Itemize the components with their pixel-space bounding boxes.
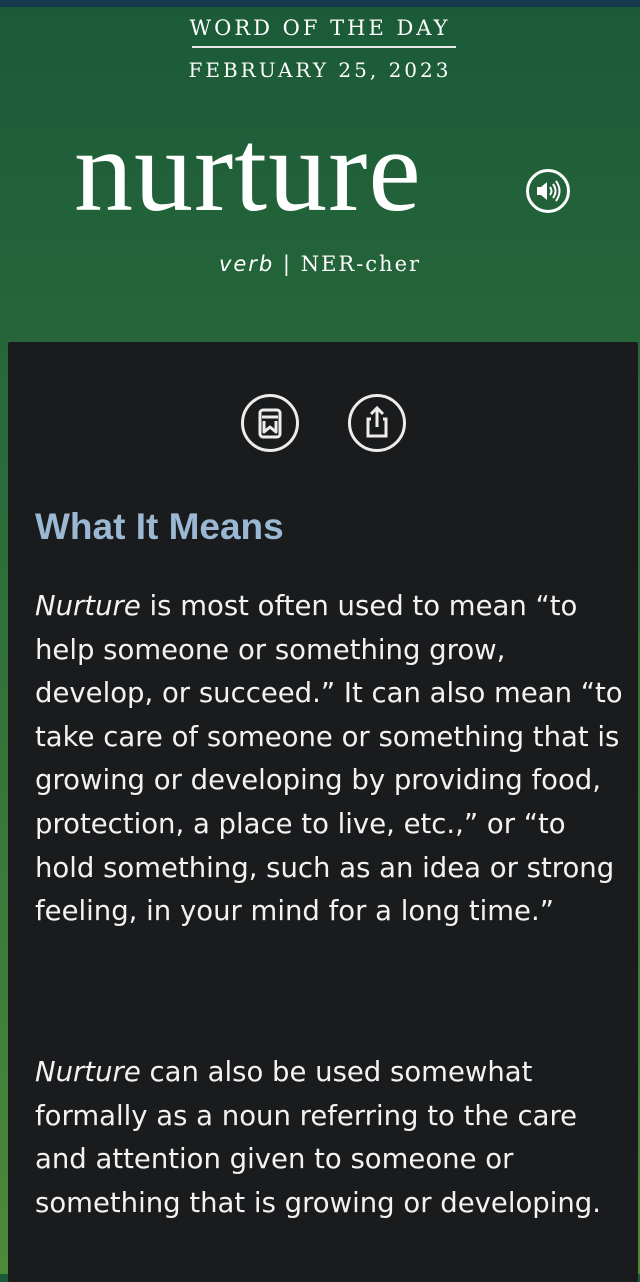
definition-paragraph-1: Nurture is most often used to mean “to h…: [35, 585, 625, 934]
word-header: WORD OF THE DAY FEBRUARY 25, 2023 nurtur…: [0, 0, 640, 345]
title-divider: [192, 46, 456, 48]
word-title: nurture: [74, 105, 422, 236]
date-label: FEBRUARY 25, 2023: [188, 58, 452, 82]
section-heading: What It Means: [35, 506, 284, 547]
term-italic: Nurture: [35, 1056, 141, 1088]
speaker-icon: [537, 180, 561, 202]
definition-card: What It Means Nurture is most often used…: [8, 342, 638, 1282]
pronunciation-line: verb | NER-cher: [0, 252, 640, 276]
play-pronunciation-button[interactable]: [526, 169, 570, 213]
pronunciation-separator: |: [274, 252, 301, 276]
share-icon: [366, 405, 388, 438]
part-of-speech: verb: [218, 252, 275, 276]
share-button[interactable]: [348, 394, 406, 452]
bookmark-icon: [258, 408, 282, 439]
pronunciation: NER-cher: [300, 252, 422, 276]
word-of-the-day-label: WORD OF THE DAY: [189, 16, 451, 40]
save-word-button[interactable]: [241, 394, 299, 452]
term-italic: Nurture: [35, 590, 141, 622]
paragraph-text: is most often used to mean “to help some…: [35, 590, 623, 928]
definition-paragraph-2: Nurture can also be used somewhat formal…: [35, 1051, 625, 1225]
